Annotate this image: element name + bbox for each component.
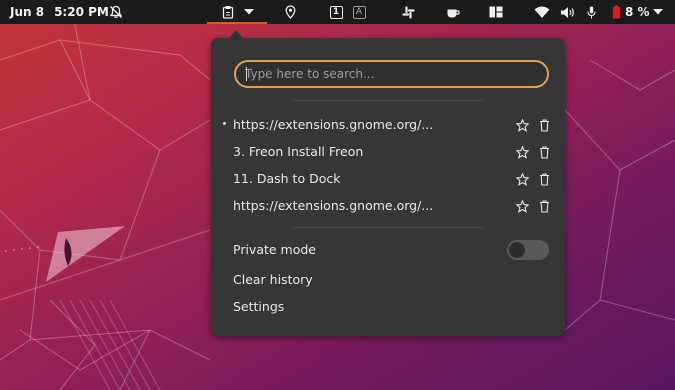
date-label: Jun 8 [10,5,45,19]
coffee-cup-icon[interactable] [444,0,462,24]
star-outline-icon[interactable] [514,144,530,160]
slack-icon[interactable] [400,0,416,24]
separator [293,100,483,101]
private-mode-label: Private mode [233,242,317,257]
wifi-icon[interactable] [533,0,551,24]
star-outline-icon[interactable] [514,117,530,133]
private-mode-toggle-row[interactable]: Private mode [219,237,557,263]
text-cursor [246,67,247,81]
workspace-number: 1 [329,5,343,19]
history-item-label: https://extensions.gnome.org/... [233,198,434,213]
system-menu-arrow-icon[interactable] [652,0,664,24]
clipboard-indicator-button[interactable] [220,0,236,24]
settings-button[interactable]: Settings [219,294,557,320]
trash-icon[interactable] [536,171,552,187]
clear-history-label: Clear history [233,272,313,287]
keyboard-layout-letter: A [352,5,366,19]
location-pin-icon[interactable] [283,0,297,24]
time-label: 5:20 PM [54,5,109,19]
dropdown-arrow-icon[interactable] [242,0,256,24]
switch-knob [509,242,525,258]
history-item[interactable]: https://extensions.gnome.org/... [219,193,557,219]
window-layout-icon[interactable] [488,0,504,24]
workspace-indicator-icon[interactable]: 1 [328,0,344,24]
settings-label: Settings [233,299,285,314]
active-indicator [207,22,267,24]
battery-percent-label[interactable]: 8 % [625,0,651,24]
history-item[interactable]: 3. Freon Install Freon [219,139,557,165]
battery-low-icon[interactable] [610,0,622,24]
trash-icon[interactable] [536,144,552,160]
history-item-label: 3. Freon Install Freon [233,144,364,159]
star-outline-icon[interactable] [514,198,530,214]
history-item-label: 11. Dash to Dock [233,171,341,186]
private-mode-switch[interactable] [507,240,549,260]
clipboard-icon [222,6,234,19]
search-input[interactable] [234,60,549,88]
clipboard-popup-menu: https://extensions.gnome.org/... 3. Freo… [211,38,565,336]
active-item-dot [223,122,226,125]
clear-history-button[interactable]: Clear history [219,267,557,293]
history-item[interactable]: https://extensions.gnome.org/... [219,112,557,138]
star-outline-icon[interactable] [514,171,530,187]
bell-off-icon [108,0,124,24]
trash-icon[interactable] [536,198,552,214]
separator [293,227,483,228]
keyboard-layout-icon[interactable]: A [351,0,367,24]
history-item[interactable]: 11. Dash to Dock [219,166,557,192]
top-bar: Jun 8 5:20 PM 1 A 8 % [0,0,675,24]
clock-button[interactable]: Jun 8 5:20 PM [10,0,110,24]
microphone-icon[interactable] [585,0,597,24]
trash-icon[interactable] [536,117,552,133]
volume-icon[interactable] [559,0,575,24]
history-item-label: https://extensions.gnome.org/... [233,117,434,132]
